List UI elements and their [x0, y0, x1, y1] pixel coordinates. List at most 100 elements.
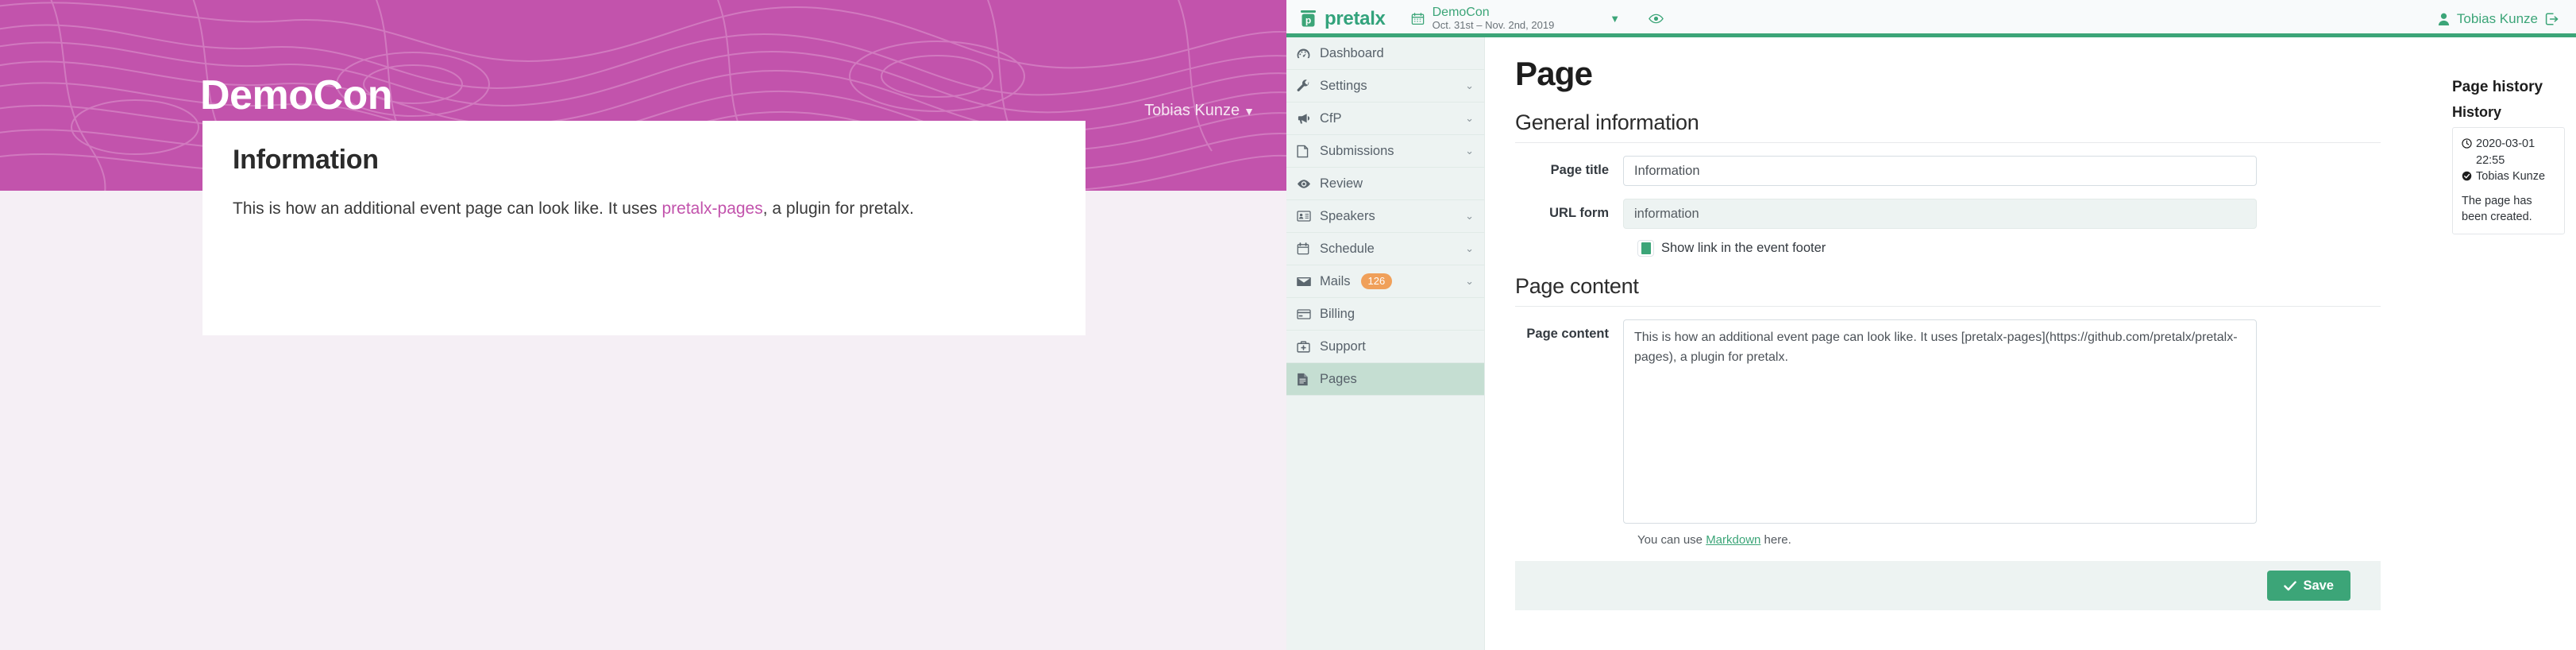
- event-dates: Oct. 31st – Nov. 2nd, 2019: [1432, 19, 1555, 32]
- event-info: DemoCon Oct. 31st – Nov. 2nd, 2019: [1433, 6, 1555, 32]
- mails-badge: 126: [1360, 273, 1393, 290]
- sidebar-item-dashboard[interactable]: Dashboard: [1286, 37, 1484, 70]
- event-page-preview: DemoCon Tobias Kunze ▼ Information This i…: [0, 0, 1286, 650]
- page-file-icon: [1297, 373, 1317, 386]
- envelope-icon: [1297, 277, 1317, 287]
- admin-body: Dashboard Settings ⌄ CfP ⌄ Submissions ⌄…: [1286, 37, 2576, 650]
- preview-text-after: , a plugin for pretalx.: [762, 199, 915, 218]
- brand-name: pretalx: [1325, 7, 1386, 29]
- eye-icon[interactable]: [1649, 13, 1664, 25]
- preview-content-card: Information This is how an additional ev…: [202, 121, 1086, 335]
- sidebar-item-submissions[interactable]: Submissions ⌄: [1286, 135, 1484, 168]
- history-user: Tobias Kunze: [2476, 170, 2546, 184]
- help-after: here.: [1760, 533, 1791, 547]
- id-card-icon: [1297, 211, 1317, 222]
- sidebar-label: CfP: [1320, 110, 1342, 126]
- show-link-checkbox[interactable]: [1637, 240, 1654, 257]
- page-content-label: Page content: [1526, 327, 1609, 341]
- sidebar-item-settings[interactable]: Settings ⌄: [1286, 70, 1484, 103]
- url-form-input[interactable]: [1623, 199, 2257, 229]
- history-timestamp-line: 2020-03-01 22:55: [2462, 136, 2555, 168]
- first-aid-icon: [1297, 340, 1317, 353]
- brand[interactable]: p pretalx: [1299, 8, 1386, 30]
- preview-card-text: This is how an additional event page can…: [233, 196, 1055, 222]
- pretalx-pages-link[interactable]: pretalx-pages: [661, 199, 762, 218]
- sidebar-item-cfp[interactable]: CfP ⌄: [1286, 103, 1484, 135]
- page-title-label: Page title: [1550, 163, 1609, 177]
- caret-down-icon[interactable]: ▼: [1610, 13, 1620, 25]
- preview-text-before: This is how an additional event page can…: [233, 199, 662, 218]
- show-link-checkbox-row[interactable]: Show link in the event footer: [1637, 240, 2441, 257]
- chevron-down-icon: ⌄: [1465, 275, 1474, 287]
- preview-user-menu[interactable]: Tobias Kunze ▼: [1144, 102, 1255, 120]
- check-icon: [2284, 580, 2297, 591]
- sidebar-item-support[interactable]: Support: [1286, 331, 1484, 363]
- main-content: Page General information Page title URL …: [1485, 37, 2441, 650]
- save-button[interactable]: Save: [2267, 571, 2350, 601]
- url-form-label: URL form: [1549, 206, 1609, 220]
- sidebar-label: Support: [1320, 339, 1366, 354]
- sidebar-nav: Dashboard Settings ⌄ CfP ⌄ Submissions ⌄…: [1286, 37, 1485, 650]
- preview-card-title: Information: [233, 145, 379, 175]
- megaphone-icon: [1297, 112, 1317, 125]
- event-selector[interactable]: DemoCon Oct. 31st – Nov. 2nd, 2019 ▼: [1411, 6, 1664, 32]
- logout-icon[interactable]: [2545, 13, 2559, 25]
- history-subtitle: History: [2452, 104, 2502, 120]
- pretalx-logo-icon: p: [1299, 10, 1317, 28]
- form-footer: Save: [1515, 561, 2381, 610]
- chevron-down-icon: ⌄: [1465, 79, 1474, 91]
- calendar-icon: [1297, 242, 1317, 255]
- page-title-row: Page title: [1515, 156, 2441, 186]
- markdown-help: You can use Markdown here.: [1637, 533, 2441, 547]
- sidebar-item-billing[interactable]: Billing: [1286, 298, 1484, 331]
- preview-user-name: Tobias Kunze: [1144, 102, 1240, 119]
- sidebar-label: Speakers: [1320, 208, 1375, 223]
- svg-text:p: p: [1305, 15, 1311, 26]
- page-history-title: Page history: [2452, 79, 2543, 95]
- sidebar-item-mails[interactable]: Mails 126 ⌄: [1286, 265, 1484, 298]
- page-content-row: Page content This is how an additional e…: [1515, 319, 2441, 528]
- sidebar-label: Review: [1320, 176, 1363, 191]
- pretalx-admin: p pretalx DemoCon Oct. 31st – Nov. 2nd, …: [1286, 0, 2576, 650]
- show-link-checkbox-label: Show link in the event footer: [1661, 241, 1826, 255]
- markdown-link[interactable]: Markdown: [1706, 533, 1760, 547]
- history-timestamp: 2020-03-01 22:55: [2476, 137, 2536, 167]
- admin-topbar: p pretalx DemoCon Oct. 31st – Nov. 2nd, …: [1286, 0, 2576, 37]
- history-user-line: Tobias Kunze: [2462, 168, 2555, 185]
- clock-icon: [2462, 136, 2472, 149]
- check-circle-icon: [2462, 168, 2472, 181]
- page-history-panel: Page history History 2020-03-01 22:55 To…: [2441, 37, 2576, 650]
- url-form-row: URL form: [1515, 199, 2441, 229]
- dashboard-icon: [1297, 48, 1317, 60]
- sidebar-item-pages[interactable]: Pages: [1286, 363, 1484, 396]
- page-title-input[interactable]: [1623, 156, 2257, 186]
- app-screen: DemoCon Tobias Kunze ▼ Information This i…: [0, 0, 2576, 650]
- sidebar-label: Pages: [1320, 371, 1357, 386]
- history-entry: 2020-03-01 22:55 Tobias Kunze The page h…: [2452, 127, 2565, 234]
- preview-event-title: DemoCon: [200, 72, 393, 118]
- chevron-down-icon: ⌄: [1465, 242, 1474, 254]
- chevron-down-icon: ⌄: [1465, 112, 1474, 124]
- topbar-user-area: Tobias Kunze: [2438, 11, 2559, 27]
- credit-card-icon: [1297, 308, 1317, 319]
- sidebar-item-review[interactable]: Review: [1286, 168, 1484, 200]
- history-body: The page has been created.: [2462, 194, 2532, 224]
- save-button-label: Save: [2303, 578, 2334, 593]
- sidebar-label: Billing: [1320, 306, 1355, 321]
- sidebar-item-speakers[interactable]: Speakers ⌄: [1286, 200, 1484, 233]
- sidebar-label: Mails: [1320, 273, 1351, 288]
- page-content-textarea[interactable]: This is how an additional event page can…: [1623, 319, 2257, 524]
- wrench-icon: [1297, 79, 1317, 93]
- chevron-down-icon: ⌄: [1465, 145, 1474, 157]
- general-information-heading: General information: [1515, 110, 2381, 143]
- page-title: Page: [1515, 55, 1593, 92]
- sidebar-item-schedule[interactable]: Schedule ⌄: [1286, 233, 1484, 265]
- sidebar-label: Submissions: [1320, 143, 1394, 158]
- eye-icon: [1297, 179, 1317, 189]
- page-content-heading: Page content: [1515, 274, 2381, 307]
- topbar-user-name[interactable]: Tobias Kunze: [2457, 11, 2538, 27]
- event-name: DemoCon: [1432, 5, 1490, 19]
- chevron-down-icon: ⌄: [1465, 210, 1474, 222]
- sidebar-label: Dashboard: [1320, 45, 1384, 60]
- sidebar-label: Settings: [1320, 78, 1367, 93]
